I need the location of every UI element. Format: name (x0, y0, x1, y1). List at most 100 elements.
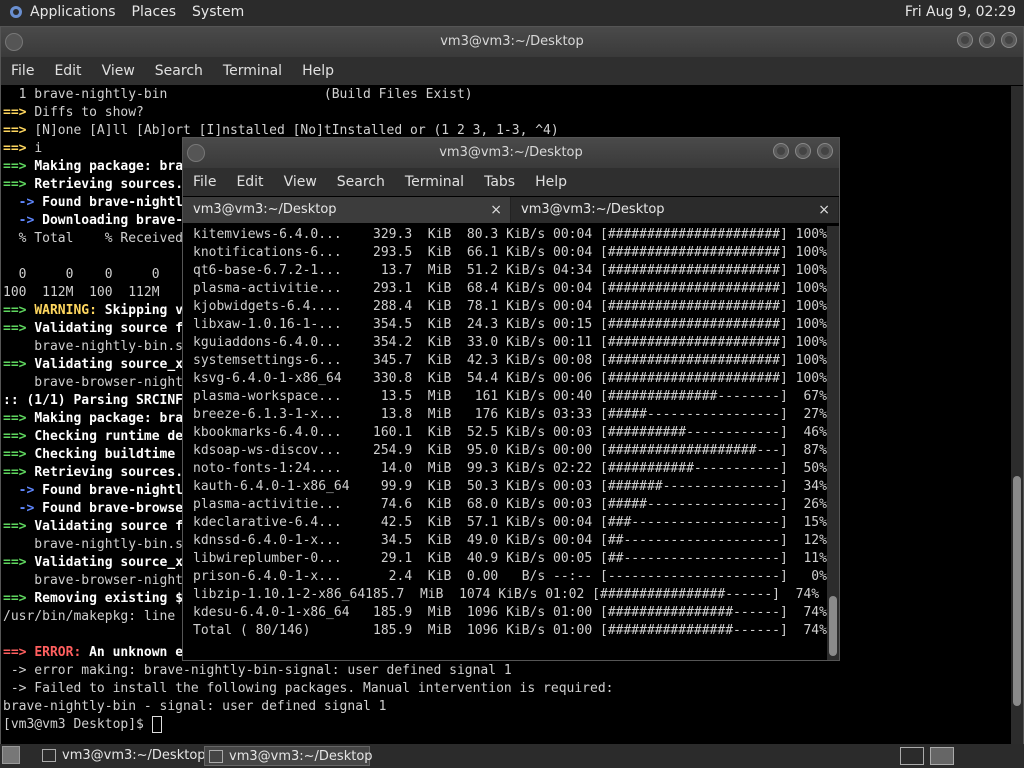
download-line: knotifications-6... 293.5 KiB 66.1 KiB/s… (193, 245, 827, 260)
menu-search[interactable]: Search (145, 63, 213, 79)
close-icon[interactable] (817, 143, 833, 159)
terminal-segment: Validating source f (34, 321, 184, 336)
menu-view[interactable]: View (92, 63, 145, 79)
maximize-icon[interactable] (795, 143, 811, 159)
back-scroll-thumb[interactable] (1013, 476, 1021, 706)
terminal-segment: WARNING: (34, 303, 105, 318)
menu-view[interactable]: View (274, 174, 327, 190)
terminal-segment: i (34, 141, 43, 156)
tab-close-icon[interactable]: × (818, 197, 830, 223)
top-panel-menus: Applications Places System (8, 4, 244, 20)
front-scroll-thumb[interactable] (829, 596, 837, 656)
terminal-segment: An unknown e (89, 645, 184, 660)
terminal-line: -> error making: brave-nightly-bin-signa… (3, 662, 1023, 680)
terminal-line: brave-nightly-bin - signal: user defined… (3, 698, 1023, 716)
menu-system[interactable]: System (192, 4, 244, 20)
terminal-segment: Found brave-nightl (42, 195, 184, 210)
terminal-segment: Validating source f (34, 519, 184, 534)
tab-1-label: vm3@vm3:~/Desktop (193, 202, 337, 217)
workspace-2[interactable] (930, 747, 954, 765)
download-line: kbookmarks-6.4.0... 160.1 KiB 52.5 KiB/s… (193, 425, 827, 440)
terminal-segment: ==> (3, 123, 35, 138)
download-line: breeze-6.1.3-1-x... 13.8 MiB 176 KiB/s 0… (193, 407, 827, 422)
menu-places[interactable]: Places (132, 4, 177, 20)
taskbar-item-1-label: vm3@vm3:~/Desktop (62, 748, 206, 763)
back-menubar: File Edit View Search Terminal Help (1, 57, 1023, 85)
terminal-segment: Found brave-browse (42, 501, 184, 516)
terminal-segment: ==> (3, 555, 35, 570)
taskbar-item-1[interactable]: vm3@vm3:~/Desktop (38, 746, 206, 766)
terminal-segment: ==> (3, 411, 35, 426)
download-line: plasma-workspace... 13.5 MiB 161 KiB/s 0… (193, 389, 827, 404)
minimize-icon[interactable] (773, 143, 789, 159)
terminal-segment: ERROR: (34, 645, 90, 660)
terminal-segment: % Total % Received (3, 231, 184, 246)
terminal-segment: Downloading brave- (42, 213, 184, 228)
menu-edit[interactable]: Edit (226, 174, 273, 190)
menu-terminal[interactable]: Terminal (213, 63, 292, 79)
terminal-line: [vm3@vm3 Desktop]$ (3, 716, 1023, 734)
tab-2[interactable]: vm3@vm3:~/Desktop × (511, 197, 839, 223)
download-line: qt6-base-6.7.2-1... 13.7 MiB 51.2 KiB/s … (193, 263, 827, 278)
terminal-segment: [N]one [A]ll [Ab]ort [I]nstalled [No]tIn… (34, 123, 559, 138)
menu-tabs[interactable]: Tabs (474, 174, 525, 190)
tab-1[interactable]: vm3@vm3:~/Desktop × (183, 197, 511, 223)
show-desktop-icon[interactable] (2, 746, 20, 764)
terminal-segment: ==> (3, 321, 35, 336)
terminal-icon (42, 749, 56, 762)
bottom-panel: vm3@vm3:~/Desktop vm3@vm3:~/Desktop (0, 744, 1024, 768)
menu-file[interactable]: File (183, 174, 226, 190)
menu-edit[interactable]: Edit (44, 63, 91, 79)
front-scrollbar[interactable] (827, 226, 839, 660)
menu-help[interactable]: Help (292, 63, 344, 79)
back-scrollbar[interactable] (1011, 86, 1023, 744)
download-line: prison-6.4.0-1-x... 2.4 KiB 0.00 B/s --:… (193, 569, 827, 584)
front-window-title: vm3@vm3:~/Desktop (439, 145, 583, 160)
menu-help[interactable]: Help (525, 174, 577, 190)
terminal-segment: [vm3@vm3 Desktop]$ (3, 717, 152, 732)
workspace-1[interactable] (900, 747, 924, 765)
terminal-segment: ==> (3, 303, 35, 318)
terminal-segment: ==> (3, 357, 35, 372)
download-line: libwireplumber-0... 29.1 KiB 40.9 KiB/s … (193, 551, 827, 566)
terminal-segment: ==> (3, 519, 35, 534)
terminal-segment: ==> (3, 645, 35, 660)
terminal-segment: -> (3, 213, 43, 228)
minimize-icon[interactable] (957, 32, 973, 48)
menu-search[interactable]: Search (327, 174, 395, 190)
terminal-segment: Validating source_x (34, 357, 184, 372)
terminal-segment: 1 brave-nightly-bin (Build Files Exist) (3, 87, 473, 102)
terminal-line: -> Failed to install the following packa… (3, 680, 1023, 698)
terminal-segment: ==> (3, 159, 35, 174)
maximize-icon[interactable] (979, 32, 995, 48)
close-icon[interactable] (1001, 32, 1017, 48)
terminal-segment: brave-nightly-bin - signal: user defined… (3, 699, 387, 714)
menu-applications[interactable]: Applications (30, 4, 116, 20)
menu-terminal[interactable]: Terminal (395, 174, 474, 190)
terminal-segment: ==> (3, 465, 35, 480)
download-line: kauth-6.4.0-1-x86_64 99.9 KiB 50.3 KiB/s… (193, 479, 827, 494)
terminal-segment: brave-nightly-bin.s (3, 537, 184, 552)
download-line: kjobwidgets-6.4.... 288.4 KiB 78.1 KiB/s… (193, 299, 827, 314)
terminal-segment: ==> (3, 591, 35, 606)
taskbar-item-2[interactable]: vm3@vm3:~/Desktop (204, 746, 373, 766)
clock[interactable]: Fri Aug 9, 02:29 (905, 4, 1016, 20)
terminal-segment: Validating source_x (34, 555, 184, 570)
terminal-segment: Checking runtime de (34, 429, 184, 444)
applications-icon[interactable] (8, 4, 24, 20)
terminal-segment: -> (3, 483, 43, 498)
front-terminal-window: vm3@vm3:~/Desktop File Edit View Search … (182, 137, 840, 661)
terminal-segment: -> error making: brave-nightly-bin-signa… (3, 663, 512, 678)
back-window-titlebar[interactable]: vm3@vm3:~/Desktop (1, 27, 1023, 57)
front-menubar: File Edit View Search Terminal Tabs Help (183, 168, 839, 196)
terminal-segment: Making package: bra (34, 159, 184, 174)
download-line: libzip-1.10.1-2-x86_64185.7 MiB 1074 KiB… (193, 587, 820, 602)
tab-close-icon[interactable]: × (490, 197, 502, 223)
terminal-segment: Found brave-nightl (42, 483, 184, 498)
front-terminal-output[interactable]: kitemviews-6.4.0... 329.3 KiB 80.3 KiB/s… (183, 226, 839, 658)
terminal-segment: ==> (3, 447, 35, 462)
terminal-segment: -> (3, 195, 43, 210)
front-window-titlebar[interactable]: vm3@vm3:~/Desktop (183, 138, 839, 168)
terminal-segment: ==> (3, 141, 35, 156)
menu-file[interactable]: File (1, 63, 44, 79)
